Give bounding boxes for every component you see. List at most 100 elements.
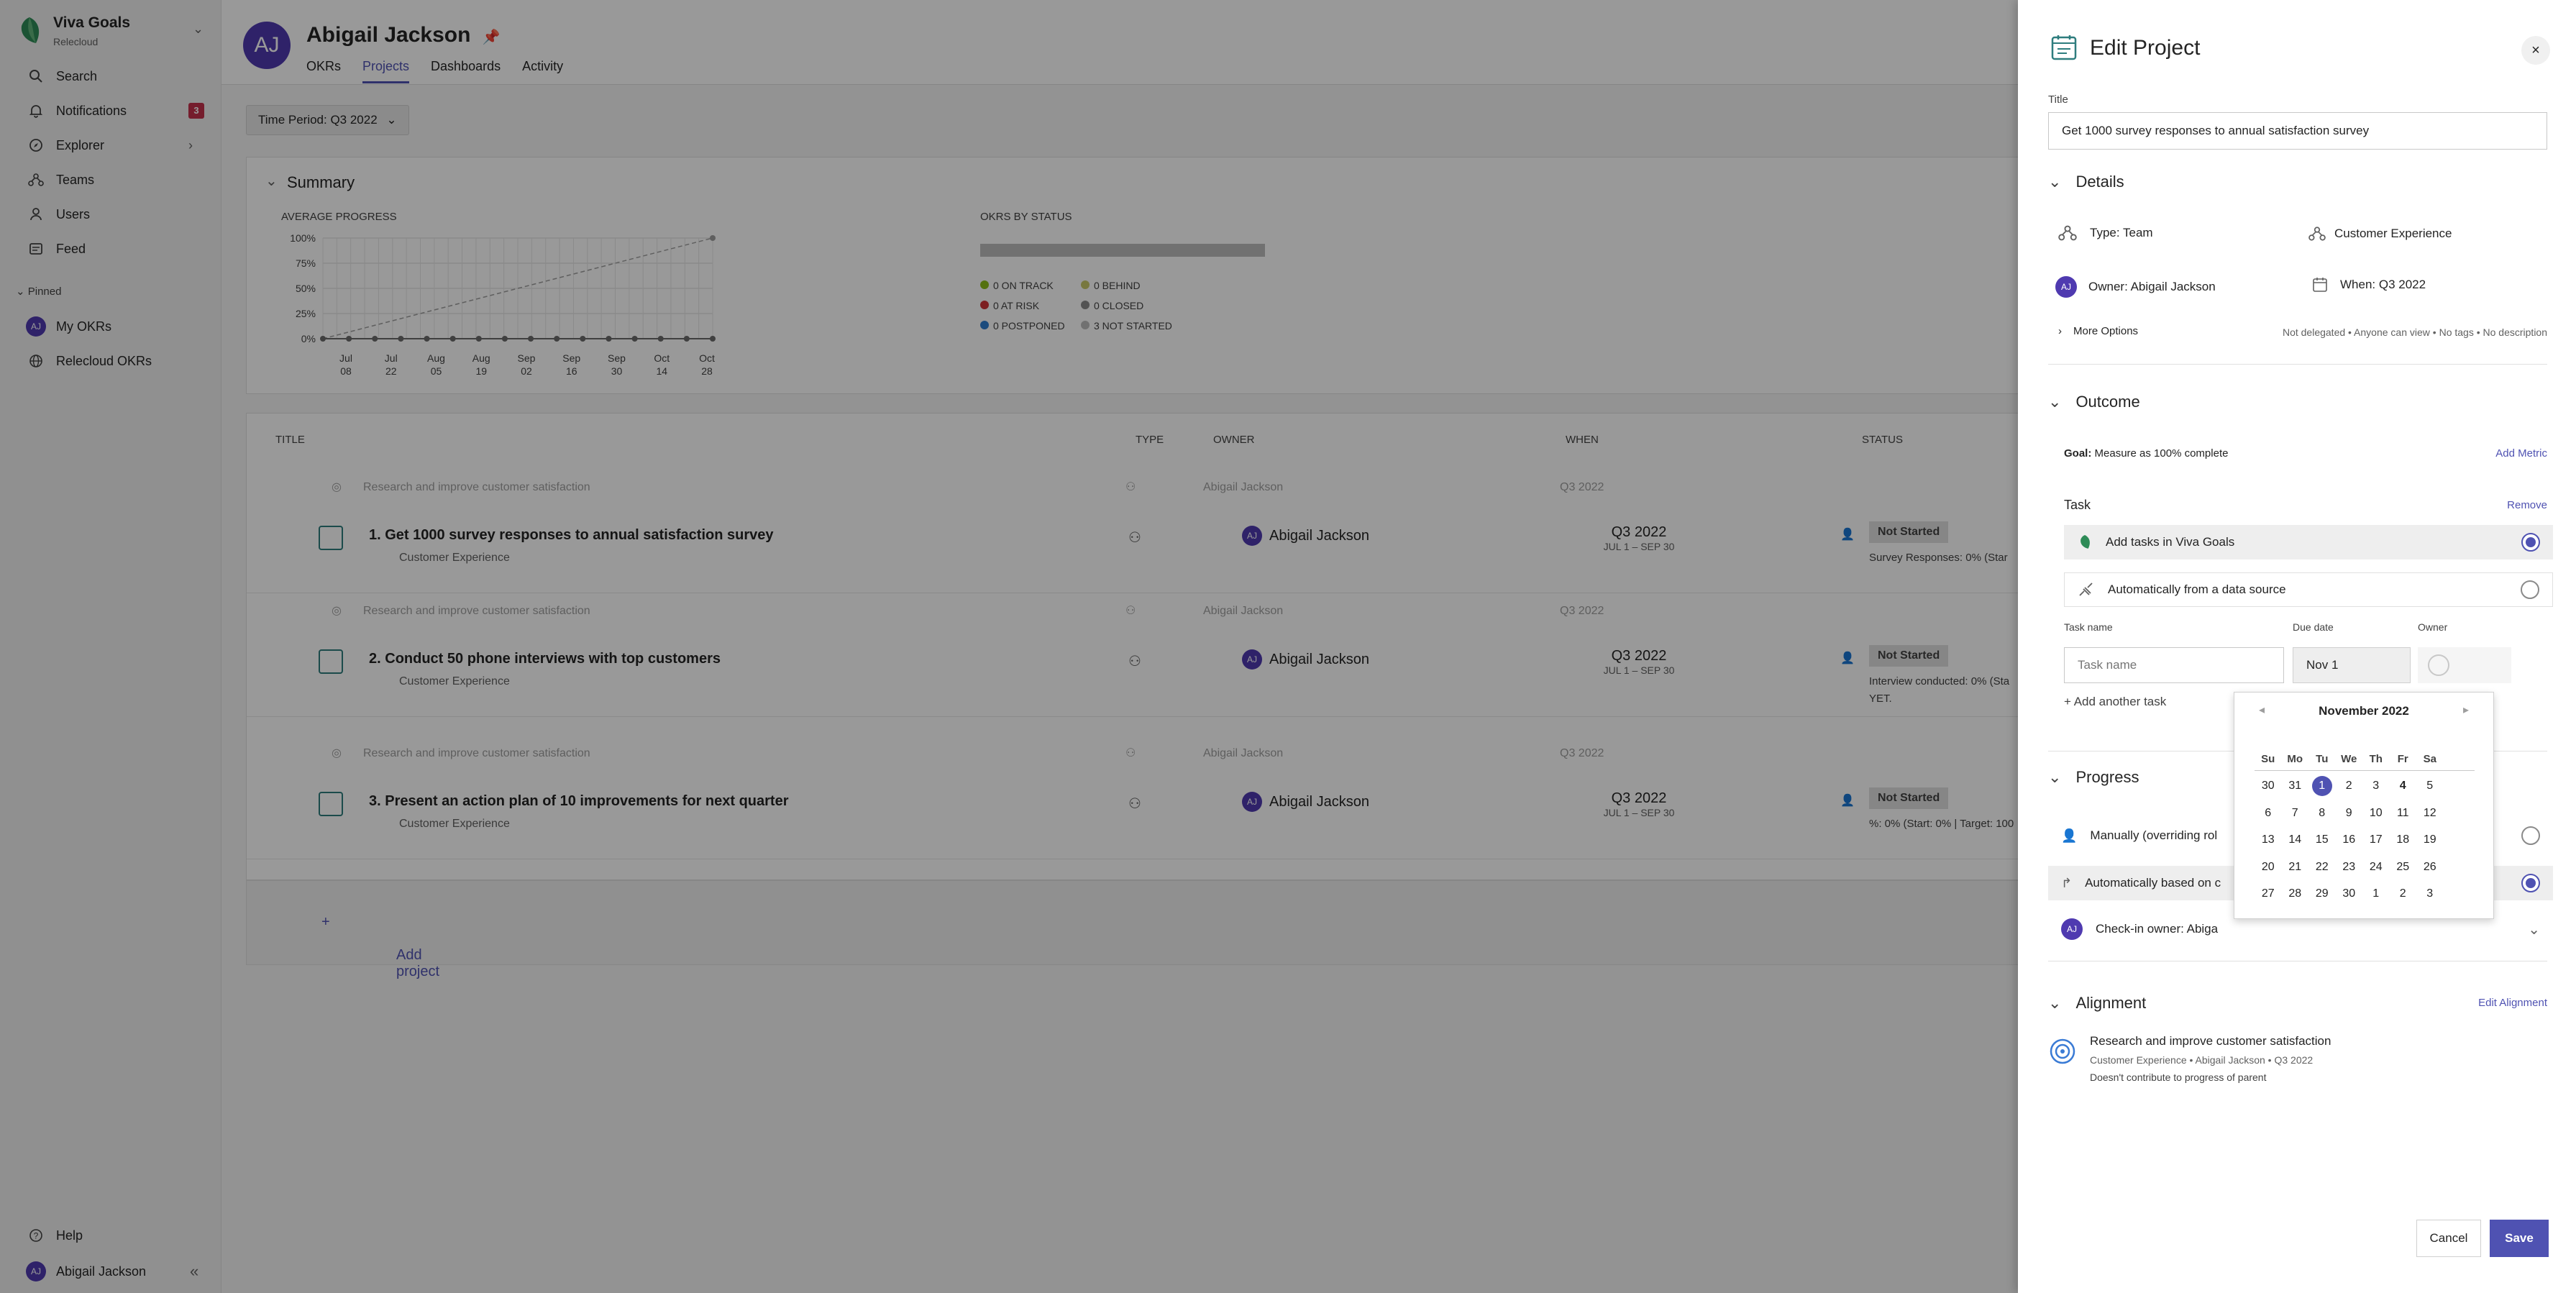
calendar-day[interactable]: 7 bbox=[2282, 800, 2309, 827]
progress-heading: Progress bbox=[2075, 768, 2139, 786]
calendar-day[interactable]: 14 bbox=[2282, 827, 2309, 854]
arrow-icon: ↱ bbox=[2061, 875, 2073, 890]
calendar-day[interactable]: 26 bbox=[2416, 854, 2444, 881]
calendar-day-today[interactable]: 4 bbox=[2390, 773, 2417, 800]
chevron-down-icon: ⌄ bbox=[2048, 994, 2062, 1012]
outcome-heading: Outcome bbox=[2075, 393, 2140, 411]
calendar-day[interactable]: 24 bbox=[2362, 854, 2390, 881]
details-section-header[interactable]: ⌄ Details bbox=[2048, 173, 2124, 191]
title-label: Title bbox=[2048, 93, 2068, 106]
calendar-day[interactable]: 10 bbox=[2362, 800, 2390, 827]
calendar-day[interactable]: 5 bbox=[2416, 773, 2444, 800]
calendar-day[interactable]: 30 bbox=[2336, 881, 2363, 908]
calendar-day[interactable]: 3 bbox=[2416, 881, 2444, 908]
cancel-button[interactable]: Cancel bbox=[2416, 1220, 2481, 1257]
checkin-owner-label: Check-in owner: Abiga bbox=[2096, 922, 2219, 936]
chevron-down-icon: ⌄ bbox=[2048, 768, 2062, 786]
add-another-task-link[interactable]: + Add another task bbox=[2064, 695, 2166, 709]
weekday-label: Sa bbox=[2423, 753, 2436, 766]
option-add-tasks-viva[interactable]: Add tasks in Viva Goals bbox=[2064, 525, 2553, 559]
task-label: Task bbox=[2064, 498, 2091, 512]
calendar-day[interactable]: 12 bbox=[2416, 800, 2444, 827]
chevron-down-icon: ⌄ bbox=[2048, 393, 2062, 411]
calendar-day[interactable]: 2 bbox=[2336, 773, 2363, 800]
calendar-day[interactable]: 27 bbox=[2255, 881, 2282, 908]
option-label: Manually (overriding rol bbox=[2090, 828, 2218, 842]
outcome-section-header[interactable]: ⌄ Outcome bbox=[2048, 393, 2140, 411]
details-heading: Details bbox=[2075, 173, 2124, 191]
calendar-day[interactable]: 13 bbox=[2255, 827, 2282, 854]
weekday-label: Mo bbox=[2287, 753, 2303, 766]
calendar-day[interactable]: 1 bbox=[2362, 881, 2390, 908]
radio-unselected[interactable] bbox=[2521, 580, 2539, 599]
remove-task-link[interactable]: Remove bbox=[2507, 499, 2547, 511]
due-date-column: Due date bbox=[2293, 621, 2334, 633]
title-input[interactable] bbox=[2048, 112, 2547, 150]
calendar-day-selected[interactable]: 1 bbox=[2308, 773, 2336, 800]
calendar-day[interactable]: 11 bbox=[2390, 800, 2417, 827]
calendar-day[interactable]: 9 bbox=[2336, 800, 2363, 827]
owner-field[interactable]: AJ Owner: Abigail Jackson bbox=[2055, 276, 2216, 298]
option-label: Add tasks in Viva Goals bbox=[2106, 535, 2235, 549]
weekday-label: Tu bbox=[2316, 753, 2329, 766]
calendar-day[interactable]: 6 bbox=[2255, 800, 2282, 827]
edit-project-panel: Edit Project × Title ⌄ Details Type: Tea… bbox=[2018, 0, 2576, 1293]
calendar-day[interactable]: 17 bbox=[2362, 827, 2390, 854]
calendar-day[interactable]: 25 bbox=[2390, 854, 2417, 881]
avatar: AJ bbox=[2061, 918, 2083, 940]
aligned-parent-title[interactable]: Research and improve customer satisfacti… bbox=[2090, 1034, 2331, 1048]
avatar: AJ bbox=[2055, 276, 2077, 298]
more-options-toggle[interactable]: › More Options bbox=[2058, 325, 2138, 337]
task-name-input[interactable] bbox=[2064, 647, 2284, 683]
weekday-label: Fr bbox=[2397, 753, 2408, 766]
goal-label: Goal: bbox=[2064, 447, 2092, 460]
calendar-day[interactable]: 22 bbox=[2308, 854, 2336, 881]
calendar-day[interactable]: 28 bbox=[2282, 881, 2309, 908]
due-date-input[interactable] bbox=[2293, 647, 2411, 683]
plug-icon bbox=[2079, 582, 2093, 596]
radio-selected[interactable] bbox=[2521, 533, 2540, 552]
calendar-day[interactable]: 29 bbox=[2308, 881, 2336, 908]
more-options-label: More Options bbox=[2073, 325, 2139, 337]
close-icon[interactable]: × bbox=[2521, 36, 2550, 65]
alignment-section-header[interactable]: ⌄ Alignment bbox=[2048, 994, 2146, 1013]
radio-selected[interactable] bbox=[2521, 874, 2540, 892]
chevron-down-icon[interactable]: ⌄ bbox=[2528, 920, 2540, 938]
teams-icon bbox=[2308, 227, 2326, 241]
calendar-day[interactable]: 2 bbox=[2390, 881, 2417, 908]
calendar-day[interactable]: 3 bbox=[2362, 773, 2390, 800]
calendar-month: November 2022 bbox=[2319, 704, 2409, 718]
weekday-label: We bbox=[2341, 753, 2357, 766]
calendar-day[interactable]: 15 bbox=[2308, 827, 2336, 854]
task-owner-picker[interactable] bbox=[2418, 647, 2511, 683]
option-data-source[interactable]: Automatically from a data source bbox=[2064, 572, 2553, 607]
calendar-day[interactable]: 23 bbox=[2336, 854, 2363, 881]
panel-title: Edit Project bbox=[2090, 36, 2201, 60]
goal-value: Measure as 100% complete bbox=[2094, 447, 2229, 460]
radio-unselected[interactable] bbox=[2521, 826, 2540, 845]
progress-section-header[interactable]: ⌄ Progress bbox=[2048, 768, 2139, 787]
add-metric-link[interactable]: Add Metric bbox=[2495, 447, 2547, 460]
user-icon: 👤 bbox=[2061, 828, 2078, 843]
calendar-day[interactable]: 16 bbox=[2336, 827, 2363, 854]
type-field[interactable]: Type: Team bbox=[2058, 224, 2153, 242]
option-label: Automatically from a data source bbox=[2108, 582, 2286, 596]
when-value: When: Q3 2022 bbox=[2340, 278, 2426, 291]
edit-alignment-link[interactable]: Edit Alignment bbox=[2478, 997, 2547, 1009]
save-button[interactable]: Save bbox=[2490, 1220, 2549, 1257]
chevron-right-icon: › bbox=[2058, 325, 2062, 337]
calendar-day[interactable]: 21 bbox=[2282, 854, 2309, 881]
calendar-day[interactable]: 18 bbox=[2390, 827, 2417, 854]
calendar-day[interactable]: 8 bbox=[2308, 800, 2336, 827]
weekday-label: Su bbox=[2261, 753, 2275, 766]
calendar-day[interactable]: 30 bbox=[2255, 773, 2282, 800]
target-icon bbox=[2050, 1038, 2075, 1064]
next-month-icon[interactable]: ▸ bbox=[2463, 703, 2469, 717]
calendar-day[interactable]: 31 bbox=[2282, 773, 2309, 800]
empty-avatar-icon bbox=[2428, 654, 2449, 676]
team-field[interactable]: Customer Experience bbox=[2308, 226, 2452, 242]
modal-backdrop[interactable] bbox=[0, 0, 2018, 1293]
when-field[interactable]: When: Q3 2022 bbox=[2311, 276, 2426, 293]
calendar-day[interactable]: 20 bbox=[2255, 854, 2282, 881]
calendar-day[interactable]: 19 bbox=[2416, 827, 2444, 854]
